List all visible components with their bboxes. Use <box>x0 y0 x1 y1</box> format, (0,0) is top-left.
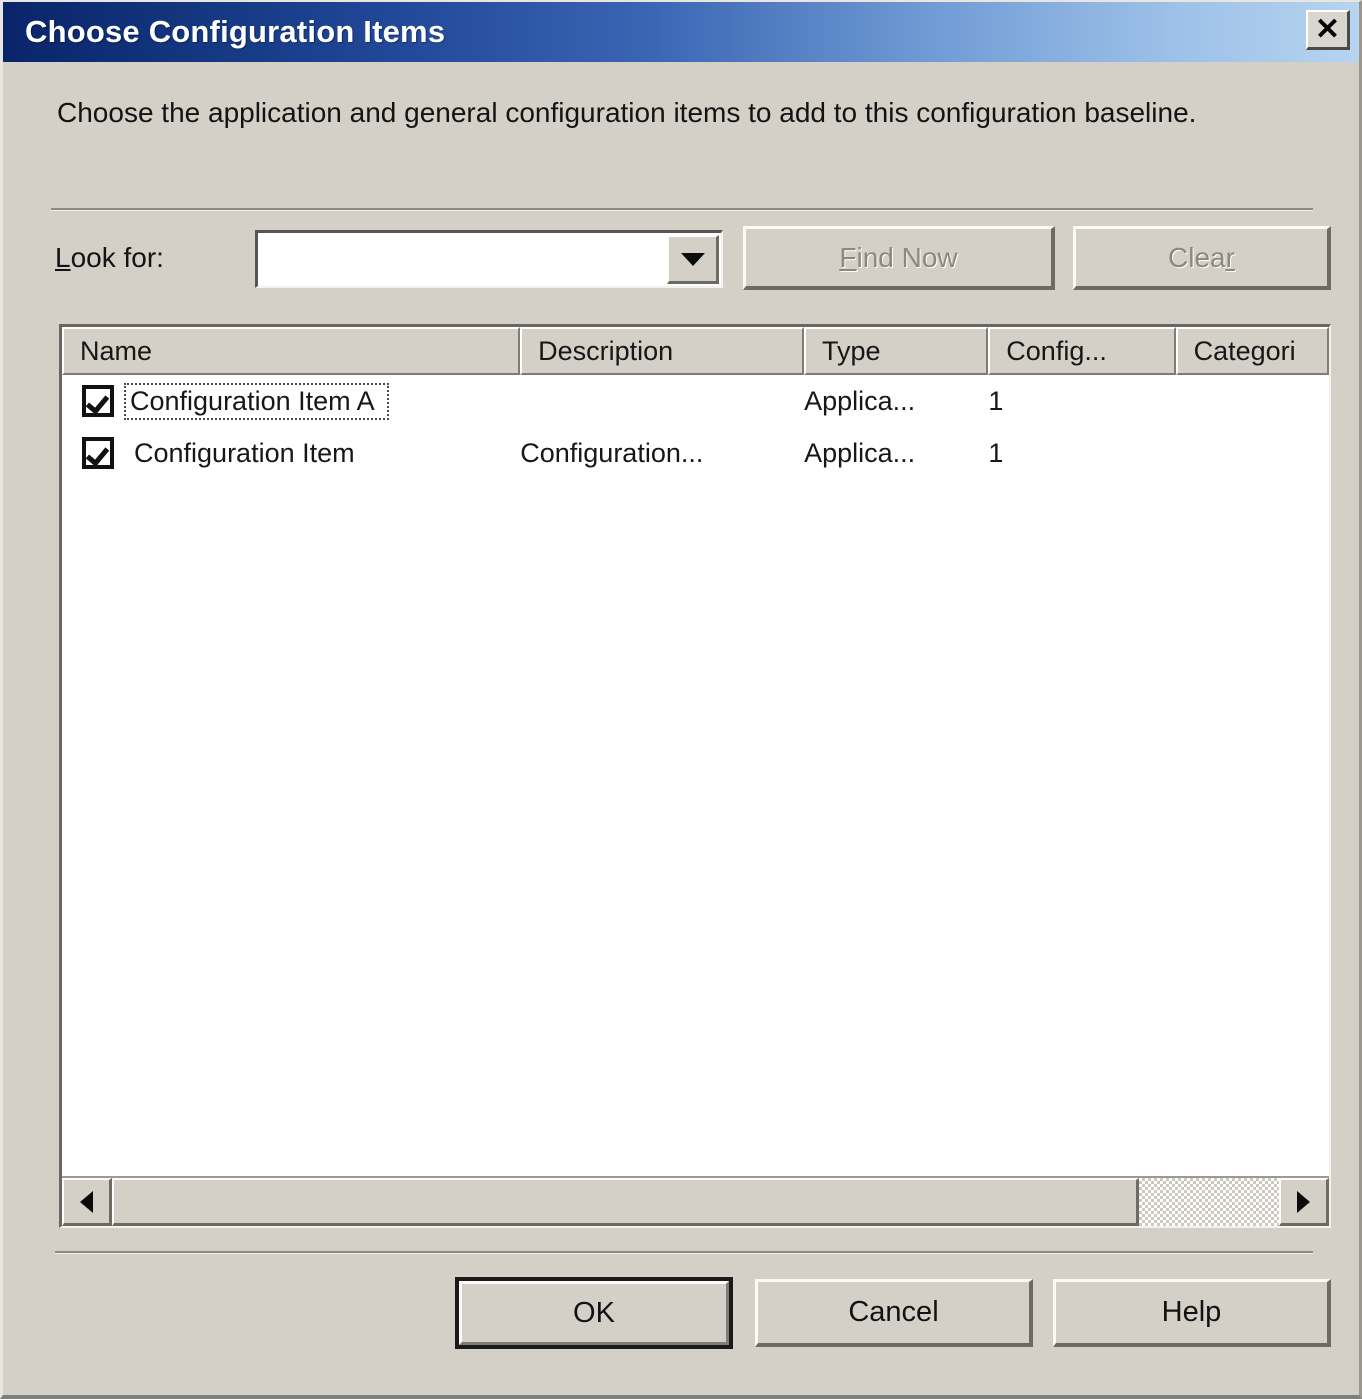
cancel-button[interactable]: Cancel <box>755 1279 1033 1347</box>
list-body[interactable]: Configuration Item A Applica... 1 Configura… <box>62 375 1329 1181</box>
instruction-text: Choose the application and general confi… <box>57 97 1197 128</box>
cell-config: 1 <box>988 385 1004 416</box>
row-name-label: Configuration Item <box>134 437 355 468</box>
title-bar: Choose Configuration Items ✕ <box>3 2 1359 62</box>
table-row[interactable]: Configuration Item A Applica... 1 <box>62 375 1329 427</box>
scrollbar-track[interactable] <box>112 1178 1279 1226</box>
scroll-left-button[interactable] <box>62 1178 112 1226</box>
list-header-row: Name Description Type Config... Categori <box>62 327 1329 375</box>
table-row[interactable]: Configuration Item Configuration... Applic… <box>62 427 1329 479</box>
help-button[interactable]: Help <box>1053 1279 1331 1347</box>
look-for-combobox[interactable] <box>255 230 723 288</box>
clear-button[interactable]: Clear <box>1073 226 1331 290</box>
look-for-input[interactable] <box>258 233 667 286</box>
scroll-right-button[interactable] <box>1279 1178 1329 1226</box>
configuration-items-list[interactable]: Name Description Type Config... Categori Con… <box>59 324 1331 1228</box>
row-checkbox[interactable] <box>82 437 114 469</box>
column-header-categori[interactable]: Categori <box>1175 327 1329 375</box>
separator-top <box>51 208 1313 211</box>
cell-description <box>520 375 804 427</box>
arrow-right-icon <box>1297 1190 1310 1213</box>
column-header-config[interactable]: Config... <box>988 327 1176 375</box>
separator-bottom <box>55 1251 1313 1254</box>
chevron-down-icon <box>680 252 705 266</box>
cell-description: Configuration... <box>520 437 704 468</box>
look-for-accel: L <box>55 242 71 273</box>
column-header-type[interactable]: Type <box>804 327 989 375</box>
close-button[interactable]: ✕ <box>1306 10 1350 50</box>
cell-categories <box>1176 427 1329 479</box>
look-for-label-rest: ook for: <box>70 242 164 273</box>
window-title: Choose Configuration Items <box>25 14 446 49</box>
choose-configuration-items-dialog: Choose Configuration Items ✕ Choose the … <box>0 0 1362 1399</box>
close-icon: ✕ <box>1314 12 1341 46</box>
arrow-left-icon <box>80 1190 93 1213</box>
row-name-label: Configuration Item A <box>124 382 389 420</box>
row-checkbox[interactable] <box>82 385 114 417</box>
find-now-label: Find Now <box>839 241 958 273</box>
ok-label: OK <box>573 1296 615 1329</box>
help-label: Help <box>1161 1296 1222 1328</box>
cancel-label: Cancel <box>848 1296 939 1328</box>
cell-name: Configuration Item A <box>62 375 520 427</box>
clear-label: Clear <box>1168 241 1235 273</box>
scrollbar-thumb[interactable] <box>112 1178 1139 1226</box>
look-for-dropdown-button[interactable] <box>667 235 719 284</box>
horizontal-scrollbar[interactable] <box>62 1176 1329 1226</box>
look-for-label: Look for: <box>55 242 164 274</box>
column-header-description[interactable]: Description <box>520 327 804 375</box>
cell-categories <box>1176 375 1329 427</box>
cell-name: Configuration Item <box>62 427 520 479</box>
find-now-button[interactable]: Find Now <box>743 226 1055 290</box>
cell-type: Applica... <box>804 385 916 416</box>
ok-button[interactable]: OK <box>455 1277 733 1349</box>
cell-type: Applica... <box>804 437 916 468</box>
column-header-name[interactable]: Name <box>62 327 521 375</box>
cell-config: 1 <box>988 437 1004 468</box>
